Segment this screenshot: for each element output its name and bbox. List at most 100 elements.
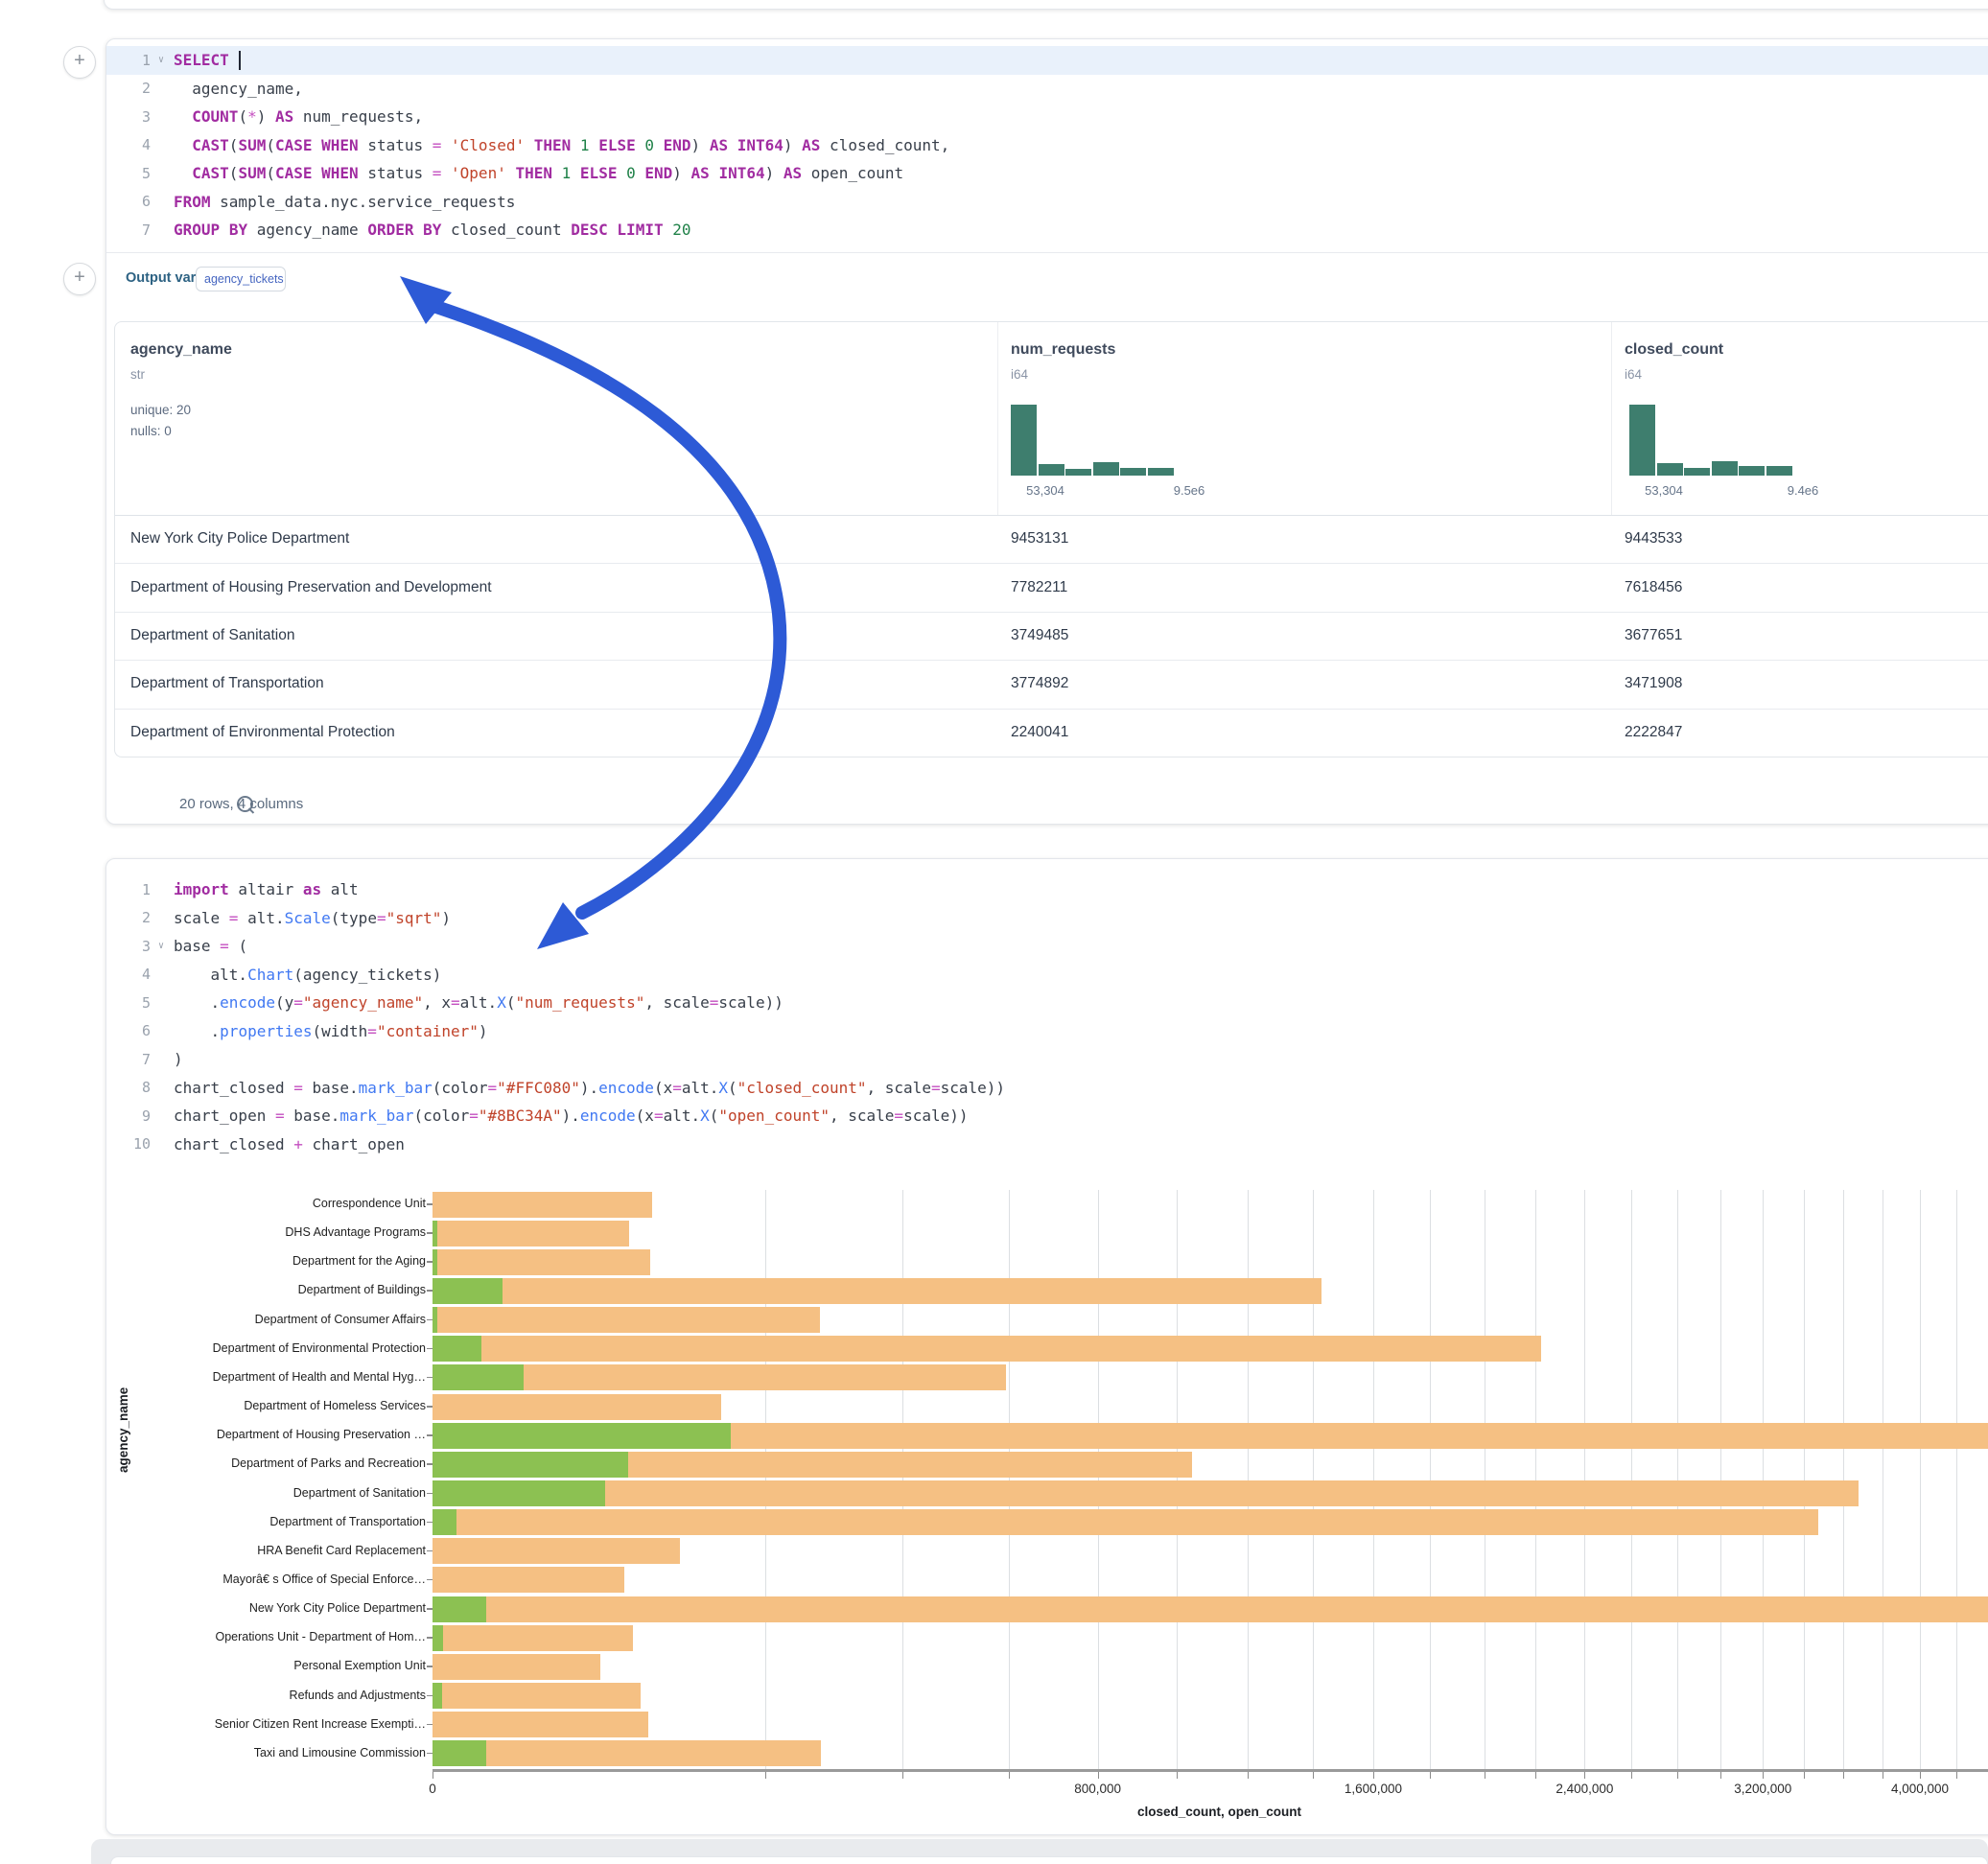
y-axis-label: Department of Consumer Affairs (138, 1313, 426, 1326)
bar-open-count (433, 1278, 503, 1304)
code-line[interactable]: 3∨base = ( (106, 932, 1988, 961)
fold-chevron-icon[interactable]: ∨ (151, 55, 172, 65)
line-number: 9 (106, 1107, 151, 1125)
output-variable-pill[interactable]: agency_tickets (196, 267, 286, 291)
gridline (1677, 1190, 1678, 1769)
code-line[interactable]: 3 COUNT(*) AS num_requests, (106, 103, 1988, 131)
x-axis-tick (1843, 1772, 1844, 1779)
cell-section-divider (106, 252, 1988, 253)
sql-code-editor[interactable]: 1∨SELECT 2 agency_name,3 COUNT(*) AS num… (106, 46, 1988, 245)
row-agency-name: Department of Housing Preservation and D… (130, 579, 492, 596)
line-number: 1 (106, 52, 151, 69)
column-type: i64 (1011, 367, 1028, 382)
row-value: 2222847 (1625, 724, 1682, 741)
code-line[interactable]: 7GROUP BY agency_name ORDER BY closed_co… (106, 216, 1988, 245)
python-code-editor[interactable]: 1import altair as alt 2 scale = alt.Scale(… (106, 875, 1988, 1158)
row-divider (115, 612, 1988, 613)
code-line[interactable]: 1∨SELECT (106, 46, 1988, 75)
code-line[interactable]: 7) (106, 1045, 1988, 1074)
code-line[interactable]: 10 chart_closed + chart_open (106, 1130, 1988, 1159)
bar-closed-count (433, 1278, 1321, 1304)
add-cell-button-top[interactable]: + (63, 46, 96, 79)
gridline (1720, 1190, 1721, 1769)
notebook-page: + 1∨SELECT 2 agency_name,3 COUNT(*) AS n… (0, 0, 1988, 1864)
histogram-max-label: 9.4e6 (1788, 483, 1819, 498)
y-axis-label: Correspondence Unit (138, 1197, 426, 1210)
code-line[interactable]: 6FROM sample_data.nyc.service_requests (106, 188, 1988, 217)
x-axis-tick-label: 1,600,000 (1345, 1782, 1402, 1796)
code-text: chart_closed + chart_open (172, 1135, 405, 1153)
code-line[interactable]: 8chart_closed = base.mark_bar(color="#FF… (106, 1074, 1988, 1103)
bar-closed-count (433, 1740, 821, 1766)
gridline (1920, 1190, 1921, 1769)
code-text: alt.Chart(agency_tickets) (172, 966, 441, 984)
x-axis-tick (1584, 1772, 1585, 1779)
histogram-bar (1766, 466, 1792, 476)
gridline (1763, 1190, 1764, 1769)
x-axis-tick (902, 1772, 903, 1779)
column-header-num-requests[interactable]: num_requests (1011, 341, 1115, 359)
histogram-bar (1011, 405, 1037, 476)
column-divider (1611, 322, 1612, 515)
code-line[interactable]: 6 .properties(width="container") (106, 1017, 1988, 1046)
row-value: 2240041 (1011, 724, 1068, 741)
bar-open-count (433, 1423, 731, 1449)
line-number: 6 (106, 193, 151, 210)
y-axis-label: Department of Homeless Services (138, 1399, 426, 1412)
code-line[interactable]: 4 alt.Chart(agency_tickets) (106, 961, 1988, 990)
code-line[interactable]: 2 agency_name, (106, 75, 1988, 104)
x-axis-tick (1763, 1772, 1764, 1779)
previous-cell-edge (104, 0, 1988, 10)
line-number: 3 (106, 108, 151, 126)
column-type: str (130, 367, 145, 382)
code-text: import altair as alt (172, 880, 359, 898)
x-axis-tick (765, 1772, 766, 1779)
x-axis-tick (1430, 1772, 1431, 1779)
code-text: .properties(width="container") (172, 1022, 488, 1040)
line-number: 7 (106, 1051, 151, 1068)
fold-chevron-icon[interactable]: ∨ (151, 941, 172, 951)
gridline (765, 1190, 766, 1769)
row-divider (115, 660, 1988, 661)
gridline (1313, 1190, 1314, 1769)
column-header-agency-name[interactable]: agency_name (130, 341, 232, 359)
code-line[interactable]: 4 CAST(SUM(CASE WHEN status = 'Closed' T… (106, 131, 1988, 160)
bar-closed-count (433, 1538, 680, 1564)
add-cell-button-output[interactable]: + (63, 263, 96, 295)
code-line[interactable]: 2 scale = alt.Scale(type="sqrt") (106, 904, 1988, 933)
x-axis-tick-label: 800,000 (1074, 1782, 1121, 1796)
y-axis-label: DHS Advantage Programs (138, 1225, 426, 1239)
x-axis-tick-label: 2,400,000 (1555, 1782, 1613, 1796)
bar-open-count (433, 1480, 605, 1506)
line-number: 4 (106, 966, 151, 983)
bar-closed-count (433, 1625, 633, 1651)
gridline (1098, 1190, 1099, 1769)
bar-open-count (433, 1364, 524, 1390)
line-number: 6 (106, 1022, 151, 1039)
code-text: scale = alt.Scale(type="sqrt") (172, 909, 451, 927)
code-text: chart_closed = base.mark_bar(color="#FFC… (172, 1079, 1005, 1097)
code-line[interactable]: 9chart_open = base.mark_bar(color="#8BC3… (106, 1102, 1988, 1130)
row-value: 3749485 (1011, 627, 1068, 644)
column-header-closed-count[interactable]: closed_count (1625, 341, 1723, 359)
bar-closed-count (433, 1336, 1541, 1362)
histogram-bar (1039, 464, 1064, 476)
code-text: .encode(y="agency_name", x=alt.X("num_re… (172, 993, 784, 1012)
x-axis-tick (1631, 1772, 1632, 1779)
gridline (1804, 1190, 1805, 1769)
y-axis-label: Operations Unit - Department of Hom… (138, 1630, 426, 1643)
y-axis-label: New York City Police Department (138, 1601, 426, 1615)
line-number: 10 (106, 1135, 151, 1153)
line-number: 2 (106, 909, 151, 926)
code-line[interactable]: 5 CAST(SUM(CASE WHEN status = 'Open' THE… (106, 159, 1988, 188)
code-line[interactable]: 1import altair as alt (106, 875, 1988, 904)
histogram-min-label: 53,304 (1026, 483, 1064, 498)
sql-cell: 1∨SELECT 2 agency_name,3 COUNT(*) AS num… (105, 38, 1988, 825)
y-axis-label: Department of Transportation (138, 1515, 426, 1528)
row-value: 3677651 (1625, 627, 1682, 644)
column-type: i64 (1625, 367, 1642, 382)
x-axis-tick (1920, 1772, 1921, 1779)
code-line[interactable]: 5 .encode(y="agency_name", x=alt.X("num_… (106, 989, 1988, 1017)
bar-open-count (433, 1683, 442, 1709)
x-axis-tick-label: 4,000,000 (1891, 1782, 1949, 1796)
